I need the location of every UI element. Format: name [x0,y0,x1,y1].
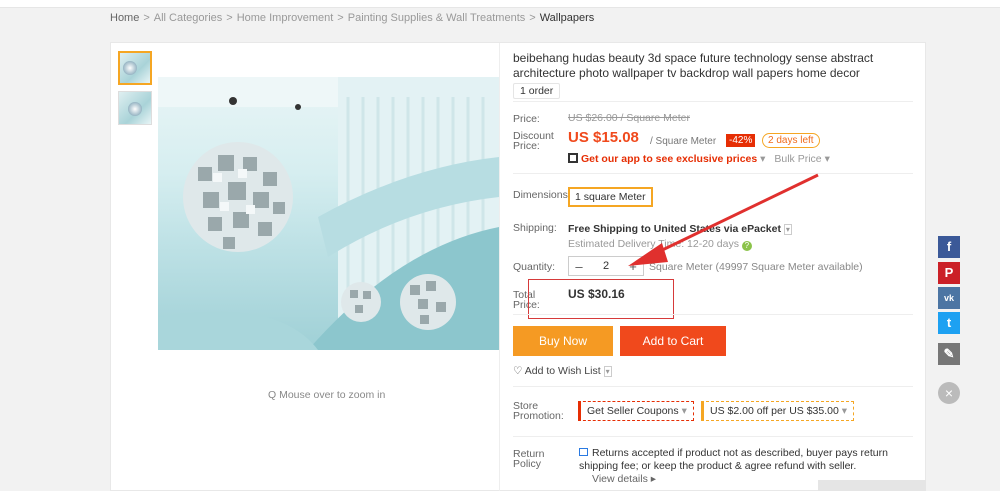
divider [513,314,913,315]
column-divider [499,43,500,491]
ceiling-light [295,104,301,110]
heart-icon: ♡ [513,365,523,377]
shipping-text: Free Shipping to United States via ePack… [568,223,781,235]
store-deal-label: US $2.00 off per US $35.00 [710,405,839,417]
product-main-image[interactable] [158,77,499,350]
divider [513,386,913,387]
top-bar [0,0,1000,8]
seller-coupons-button[interactable]: Get Seller Coupons ▾ [578,401,694,421]
quantity-input[interactable]: 2 [589,260,623,272]
add-to-wishlist[interactable]: ♡ Add to Wish List ▾ [513,365,612,377]
caret-right-icon: ▸ [650,473,657,485]
qr-code-icon [568,153,578,163]
view-details-link[interactable]: View details ▸ [592,473,656,485]
delivery-estimate: Estimated Delivery Time: 12-20 days ? [568,238,752,251]
price-label: Price: [513,113,540,125]
quantity-decrease-button[interactable]: – [569,259,589,274]
orders-count: 1 order [513,83,561,99]
breadcrumb-painting-supplies[interactable]: Painting Supplies & Wall Treatments [348,12,526,24]
thumbnail-2[interactable] [118,91,152,125]
highlight-box [528,279,674,319]
product-card: Q Mouse over to zoom in beibehang hudas … [110,42,926,491]
return-policy: Returns accepted if product not as descr… [579,447,909,473]
buy-now-button[interactable]: Buy Now [513,326,613,356]
discount-price: US $15.08 [568,129,639,146]
cube-sphere-large [183,142,293,252]
dimension-option-selected[interactable]: 1 square Meter [568,187,653,207]
edit-icon[interactable]: ✎ [938,343,960,365]
chevron-down-icon: ▾ [783,224,792,235]
breadcrumb-separator: > [226,12,233,24]
app-promo-link[interactable]: Get our app to see exclusive prices [581,153,757,165]
return-policy-text: Returns accepted if product not as descr… [579,447,888,472]
thumbnail-sphere [128,102,142,116]
dimensions-label: Dimensions: [513,189,571,201]
shipping-label: Shipping: [513,222,557,234]
return-policy-label: Return Policy [513,448,545,470]
wallpaper-illustration [158,77,499,350]
thumbnail-sphere [123,61,137,75]
breadcrumb-wallpapers[interactable]: Wallpapers [540,12,595,24]
breadcrumb-separator: > [337,12,344,24]
discount-badge: -42% [726,134,756,147]
vk-share-icon[interactable]: vk [938,287,960,309]
wishlist-label: Add to Wish List [524,365,601,377]
thumbnail-1[interactable] [118,51,152,85]
quantity-stepper: – 2 + [568,256,644,276]
facebook-share-icon[interactable]: f [938,236,960,258]
quantity-available: Square Meter (49997 Square Meter availab… [649,261,863,273]
floor-left [158,311,318,350]
delivery-estimate-text: Estimated Delivery Time: 12-20 days [568,238,739,250]
discount-price-label: Discount Price: [513,130,554,152]
ceiling-light [229,97,237,105]
breadcrumb: Home > All Categories > Home Improvement > Pai… [110,12,594,24]
view-details-label: View details [592,473,648,485]
divider [513,101,913,102]
cube-sphere-medium [400,274,456,330]
time-left-badge: 2 days left [762,133,820,148]
breadcrumb-home[interactable]: Home [110,12,139,24]
help-icon[interactable]: ? [741,241,752,251]
divider [513,436,913,437]
quantity-label: Quantity: [513,261,556,273]
breadcrumb-all-categories[interactable]: All Categories [154,12,222,24]
chevron-down-icon: ▾ [824,153,830,165]
store-deal[interactable]: US $2.00 off per US $35.00 ▾ [701,401,855,421]
shipping-method[interactable]: Free Shipping to United States via ePack… [568,223,792,235]
breadcrumb-separator: > [143,12,150,24]
chevron-down-icon: ▾ [603,366,612,377]
quantity-increase-button[interactable]: + [623,259,643,274]
chevron-down-icon: ▾ [681,405,687,417]
add-to-cart-button[interactable]: Add to Cart [620,326,726,356]
document-icon [579,448,588,456]
divider [513,173,913,174]
zoom-hint: Q Mouse over to zoom in [268,389,386,401]
bulk-price-link[interactable]: Bulk Price [774,153,821,165]
close-icon[interactable]: × [938,382,960,404]
chevron-down-icon: ▾ [760,153,766,165]
twitter-share-icon[interactable]: t [938,312,960,334]
store-promotion-label: Store Promotion: [513,400,564,422]
price-unit: / Square Meter [650,136,717,147]
original-price: US $26.00 / Square Meter [568,112,690,124]
bottom-floating-tab[interactable] [818,480,926,491]
app-promo-row: Get our app to see exclusive prices ▾ Bu… [568,153,830,165]
cube-sphere-small [341,282,381,322]
chevron-down-icon: ▾ [841,405,848,417]
seller-coupons-label: Get Seller Coupons [587,405,679,417]
product-title: beibehang hudas beauty 3d space future t… [513,51,874,80]
breadcrumb-separator: > [529,12,536,24]
breadcrumb-home-improvement[interactable]: Home Improvement [237,12,334,24]
pinterest-share-icon[interactable]: P [938,262,960,284]
